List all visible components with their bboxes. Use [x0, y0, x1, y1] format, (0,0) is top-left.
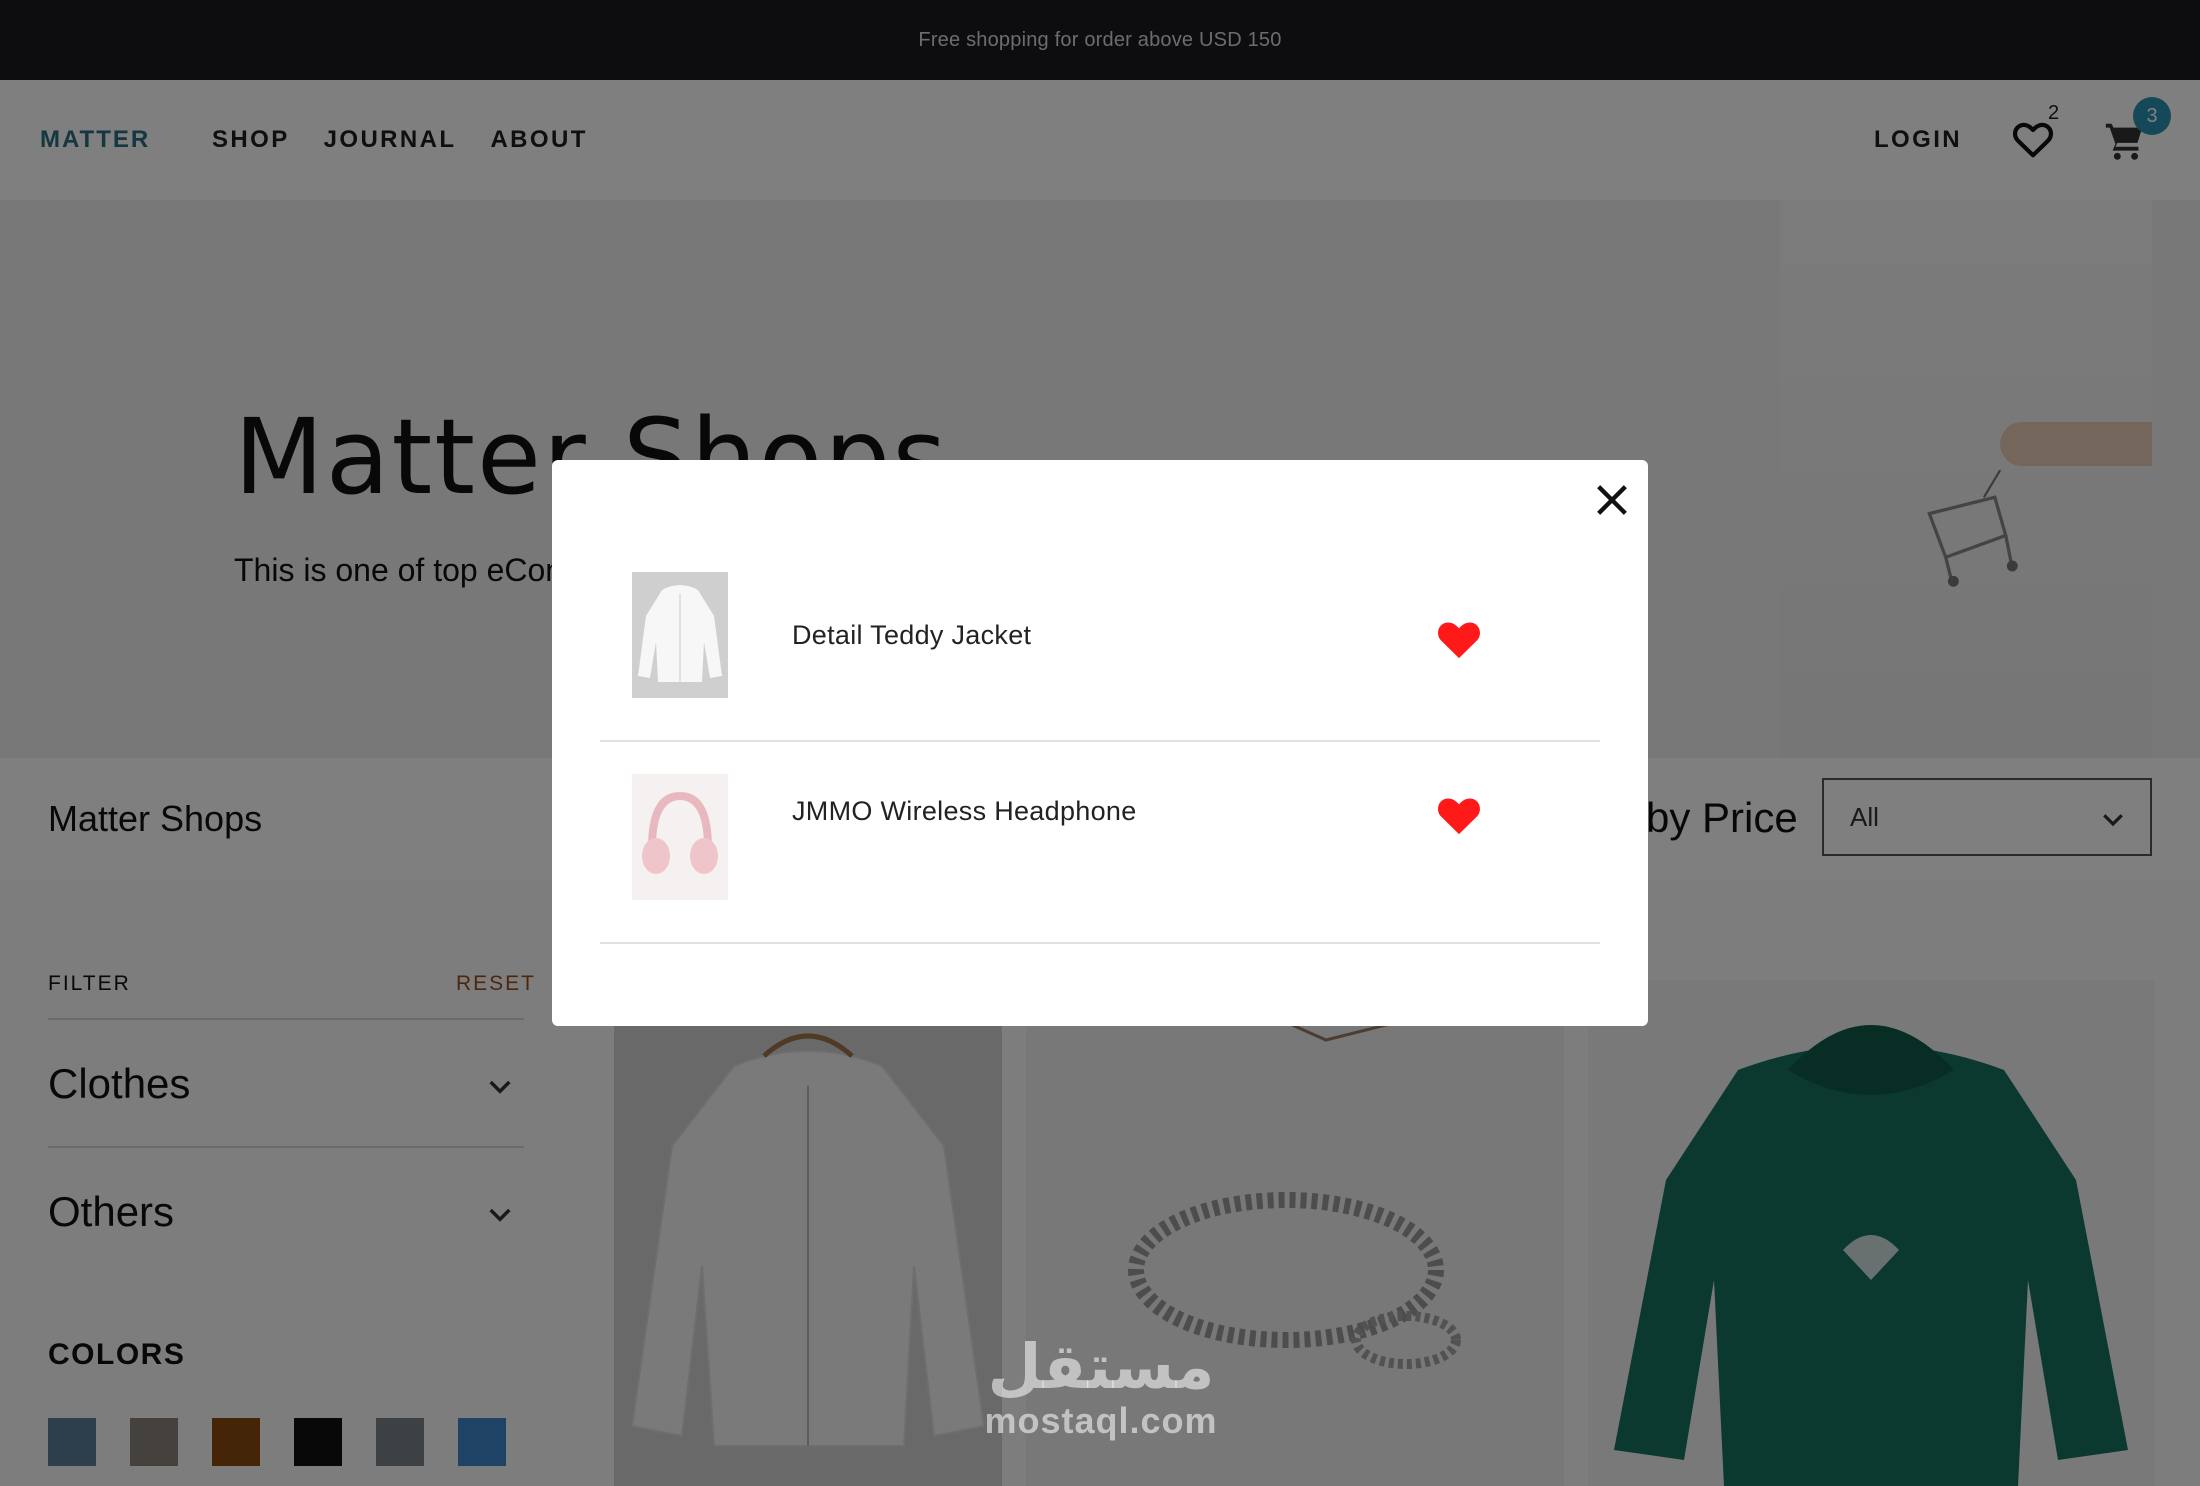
favorite-heart-icon[interactable]: [1436, 618, 1482, 660]
watermark-arabic: مستقل: [987, 1333, 1215, 1402]
watermark-latin: mostaql.com: [984, 1400, 1218, 1441]
close-icon[interactable]: [1592, 480, 1632, 520]
wishlist-item[interactable]: JMMO Wireless Headphone: [600, 742, 1600, 944]
product-thumbnail-headphone[interactable]: [632, 774, 728, 900]
wishlist-item-name[interactable]: JMMO Wireless Headphone: [792, 796, 1137, 827]
watermark: مستقل mostaql.com: [966, 1336, 1236, 1442]
wishlist-item-name[interactable]: Detail Teddy Jacket: [792, 620, 1031, 651]
wishlist-item[interactable]: Detail Teddy Jacket: [600, 538, 1600, 742]
wishlist-modal: Detail Teddy Jacket JMMO Wireless Headph…: [552, 460, 1648, 1026]
headphone-thumbnail-image: [632, 774, 728, 900]
jacket-thumbnail-image: [632, 572, 728, 698]
favorite-heart-icon[interactable]: [1436, 794, 1482, 836]
product-thumbnail-jacket[interactable]: [632, 572, 728, 698]
